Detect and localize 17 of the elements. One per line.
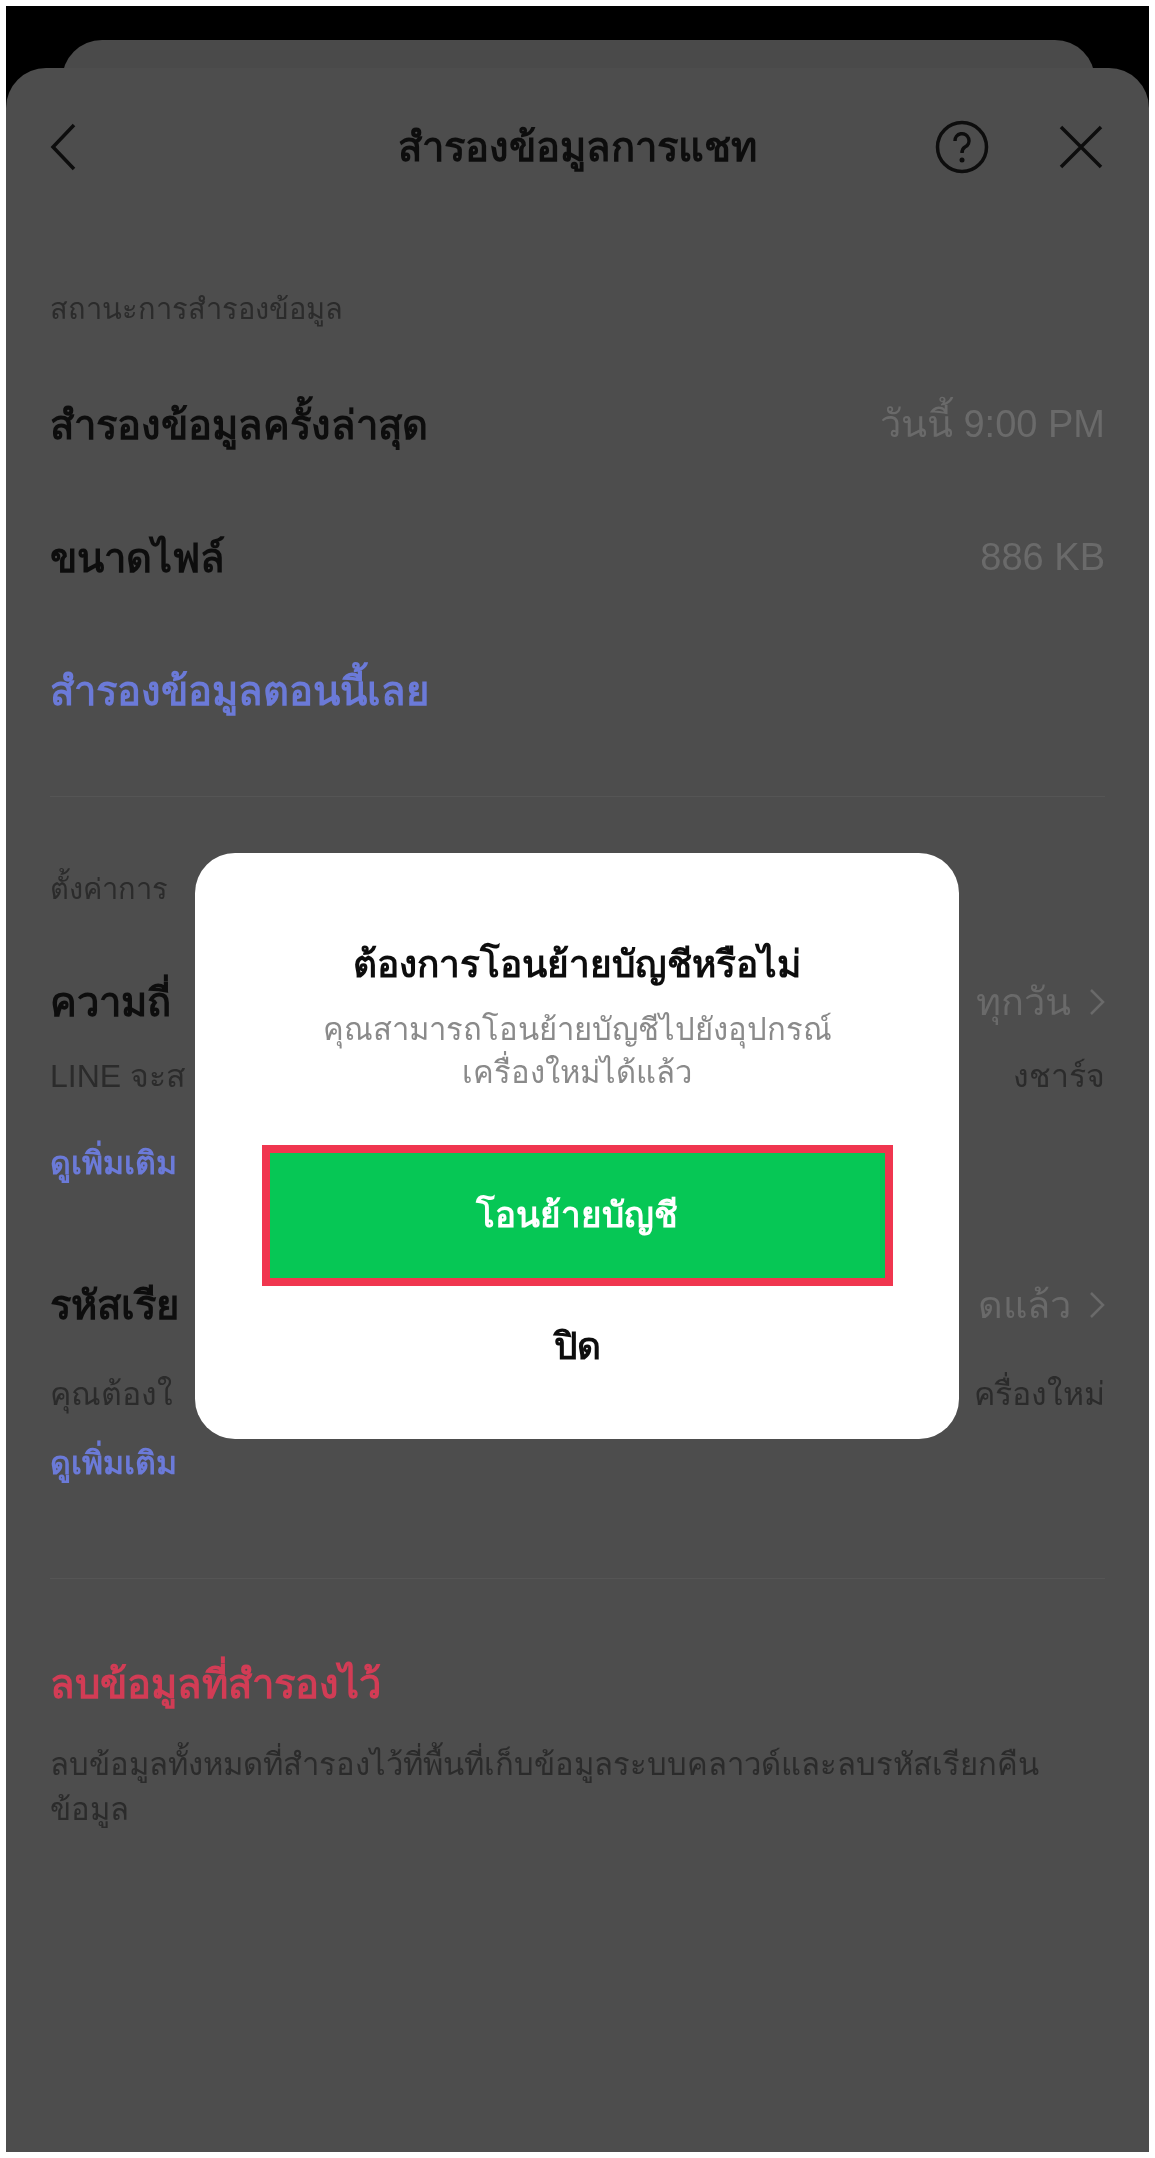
chevron-icon [1089,1291,1105,1319]
close-button[interactable]: ปิด [553,1319,601,1369]
delete-backup-link[interactable]: ลบข้อมูลที่สำรองไว้ [50,1654,381,1714]
row-label: สำรองข้อมูลครั้งล่าสุด [50,394,428,455]
dialog-title: ต้องการโอนย้ายบัญชีหรือไม่ [353,941,801,988]
backup-now-link[interactable]: สำรองข้อมูลตอนนี้เลย [50,660,429,721]
setting-label: รหัสเรีย [50,1282,179,1329]
learn-more-link[interactable]: ดูเพิ่มเติม [50,1139,177,1187]
row-label: ขนาดไฟล์ [50,534,225,582]
setting-label: ความถี่ [50,972,171,1032]
close-icon[interactable] [1059,125,1103,169]
dialog-message: คุณสามารถโอนย้ายบัญชีไปยังอุปกรณ์เครื่องใหม่ได้แล้ว [321,1011,833,1092]
chevron-icon [1089,988,1105,1016]
screen-title: สำรองข้อมูลการแชท [398,117,757,177]
help-icon[interactable] [935,120,989,174]
transfer-account-button[interactable]: โอนย้ายบัญชี [269,1153,885,1278]
learn-more-link[interactable]: ดูเพิ่มเติม [50,1439,177,1487]
